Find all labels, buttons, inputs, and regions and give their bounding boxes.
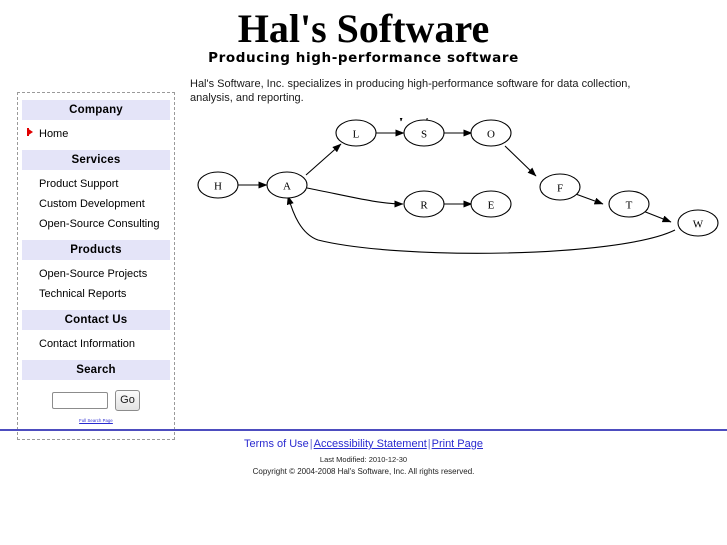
sidebar-item-label: Home: [39, 128, 69, 140]
intro-paragraph: Hal's Software, Inc. specializes in prod…: [190, 78, 631, 104]
sidebar-group-services: Product Support Custom Development Open-…: [18, 170, 174, 240]
edge-T-W: [642, 210, 672, 223]
graph-svg: H A L S O R E F T W: [197, 104, 719, 254]
search-input[interactable]: [52, 392, 108, 409]
sidebar: Company Home Services Product Support Cu…: [17, 92, 175, 440]
page-title: Hal's Software: [237, 6, 490, 51]
main-content: Hal's Software, Inc. specializes in prod…: [190, 78, 720, 254]
sidebar-heading-contact-us: Contact Us: [22, 310, 170, 330]
footer-links: Terms of Use|Accessibility Statement|Pri…: [0, 437, 727, 451]
sidebar-item-contact-information[interactable]: Contact Information: [18, 334, 174, 354]
sidebar-item-label: Open-Source Consulting: [39, 218, 160, 230]
sidebar-inner: Company Home Services Product Support Cu…: [18, 93, 174, 439]
graph-diagram: H A L S O R E F T W: [188, 104, 725, 278]
graph-node-R: R: [403, 190, 445, 218]
graph-node-label: O: [487, 129, 495, 141]
graph-node-label: T: [626, 200, 633, 212]
sidebar-heading-products: Products: [22, 240, 170, 260]
graph-node-A: A: [266, 171, 308, 199]
red-triangle-marker-icon: [27, 128, 33, 136]
footer-link-terms-of-use[interactable]: Terms of Use: [244, 438, 309, 450]
graph-node-T: T: [608, 190, 650, 218]
graph-node-label: H: [214, 181, 222, 193]
graph-node-H: H: [197, 171, 239, 199]
graph-node-O: O: [470, 119, 512, 147]
footer: Terms of Use|Accessibility Statement|Pri…: [0, 437, 727, 477]
sidebar-item-home[interactable]: Home: [18, 124, 174, 144]
sidebar-item-label: Technical Reports: [39, 288, 127, 300]
edge-O-F: [504, 145, 537, 177]
edge-A-R: [306, 187, 404, 208]
copyright-text: Copyright © 2004-2008 Hal's Software, In…: [252, 467, 475, 476]
sidebar-heading-search: Search: [22, 360, 170, 380]
graph-node-S: S: [403, 119, 445, 147]
search-go-button[interactable]: Go: [115, 390, 140, 411]
graph-node-label: W: [693, 219, 704, 231]
search-area: Go Full Search Page: [18, 380, 174, 427]
footer-link-print-page[interactable]: Print Page: [432, 438, 483, 450]
site-header: Hal's Software Producing high-performanc…: [0, 0, 727, 66]
graph-node-F: F: [539, 173, 581, 201]
sidebar-item-product-support[interactable]: Product Support: [18, 174, 174, 194]
graph-node-label: E: [488, 200, 495, 212]
graph-node-label: R: [420, 200, 428, 212]
last-modified-text: Last Modified: 2010-12-30: [319, 455, 408, 464]
graph-node-label: L: [353, 129, 360, 141]
graph-node-W: W: [677, 209, 719, 237]
sidebar-item-technical-reports[interactable]: Technical Reports: [18, 284, 174, 304]
sidebar-group-company: Home: [18, 120, 174, 150]
sidebar-item-custom-development[interactable]: Custom Development: [18, 194, 174, 214]
sidebar-item-open-source-projects[interactable]: Open-Source Projects: [18, 264, 174, 284]
edge-A-L: [305, 143, 342, 176]
graph-node-label: S: [421, 129, 427, 141]
footer-link-accessibility-statement[interactable]: Accessibility Statement: [314, 438, 427, 450]
edge-F-T: [572, 192, 604, 205]
site-tagline: Producing high-performance software: [208, 50, 519, 66]
sidebar-heading-services: Services: [22, 150, 170, 170]
sidebar-item-label: Product Support: [39, 178, 119, 190]
graph-node-label: F: [557, 183, 563, 195]
full-search-page-link[interactable]: Full Search Page: [79, 418, 113, 423]
sidebar-item-label: Custom Development: [39, 198, 145, 210]
sidebar-item-label: Open-Source Projects: [39, 268, 148, 280]
graph-nodes: H A L S O R E F T W: [197, 119, 719, 237]
graph-node-L: L: [335, 119, 377, 147]
search-row: Go: [18, 390, 174, 411]
sidebar-heading-company: Company: [22, 100, 170, 120]
sidebar-group-products: Open-Source Projects Technical Reports: [18, 260, 174, 310]
sidebar-item-open-source-consulting[interactable]: Open-Source Consulting: [18, 214, 174, 234]
sidebar-group-contact: Contact Information: [18, 330, 174, 360]
sidebar-item-label: Contact Information: [39, 338, 135, 350]
graph-node-label: A: [283, 181, 291, 193]
footer-divider: [0, 429, 727, 431]
graph-node-E: E: [470, 190, 512, 218]
